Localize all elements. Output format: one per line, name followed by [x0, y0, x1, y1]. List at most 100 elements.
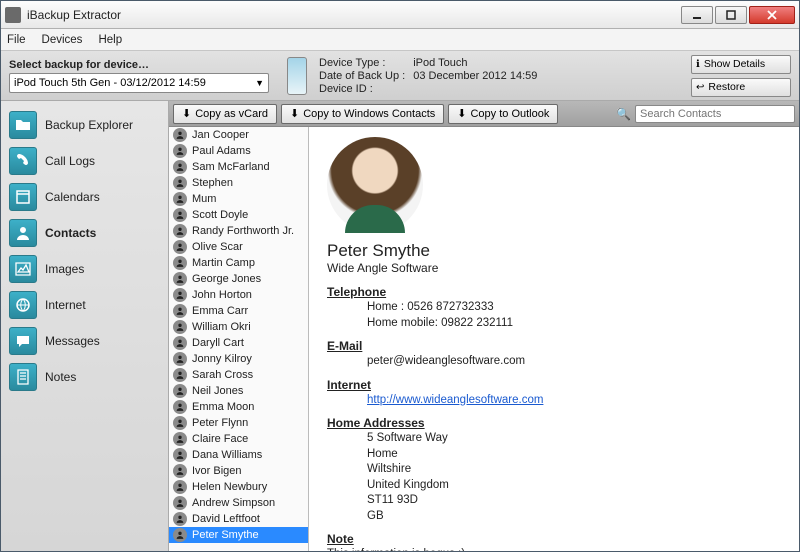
address-header: Home Addresses — [327, 416, 781, 430]
contact-list-item[interactable]: Helen Newbury — [169, 479, 308, 495]
show-details-button[interactable]: ℹShow Details — [691, 55, 791, 74]
device-id-label: Device ID : — [319, 83, 405, 95]
contact-company: Wide Angle Software — [327, 261, 781, 275]
note-section: Note This information is bogus :) — [327, 532, 781, 551]
window-title: iBackup Extractor — [27, 8, 679, 22]
website-link[interactable]: http://www.wideanglesoftware.com — [367, 394, 543, 406]
contact-list-item[interactable]: Scott Doyle — [169, 207, 308, 223]
sidebar-item-label: Messages — [45, 334, 100, 348]
contact-list-item[interactable]: Olive Scar — [169, 239, 308, 255]
mobile-phone: 09822 232111 — [441, 317, 513, 329]
device-type-label: Device Type : — [319, 57, 405, 69]
contact-detail: Peter Smythe Wide Angle Software Telepho… — [309, 127, 799, 551]
contact-list-item[interactable]: Mum — [169, 191, 308, 207]
restore-button[interactable]: ↩Restore — [691, 78, 791, 97]
contact-list-item[interactable]: Peter Smythe — [169, 527, 308, 543]
person-icon — [173, 224, 187, 238]
person-icon — [173, 304, 187, 318]
contact-list-item[interactable]: Dana Williams — [169, 447, 308, 463]
contact-list-item[interactable]: David Leftfoot — [169, 511, 308, 527]
contact-name: Claire Face — [192, 433, 248, 445]
contact-list-item[interactable]: Neil Jones — [169, 383, 308, 399]
copy-vcard-button[interactable]: ⬇Copy as vCard — [173, 104, 277, 124]
sidebar-item-label: Notes — [45, 370, 76, 384]
info-icon: ℹ — [696, 59, 700, 70]
menu-file[interactable]: File — [7, 34, 26, 46]
contact-list-item[interactable]: John Horton — [169, 287, 308, 303]
contact-name: Jonny Kilroy — [192, 353, 252, 365]
contact-list-item[interactable]: Emma Moon — [169, 399, 308, 415]
contact-list-item[interactable]: George Jones — [169, 271, 308, 287]
calendar-icon — [9, 183, 37, 211]
person-icon — [173, 288, 187, 302]
sidebar-item-call-logs[interactable]: Call Logs — [1, 143, 168, 179]
sidebar-item-label: Contacts — [45, 226, 96, 240]
contact-name: Emma Moon — [192, 401, 254, 413]
person-icon — [173, 320, 187, 334]
contact-list-item[interactable]: Sarah Cross — [169, 367, 308, 383]
sidebar-item-messages[interactable]: Messages — [1, 323, 168, 359]
image-icon — [9, 255, 37, 283]
home-phone: 0526 872732333 — [407, 301, 493, 313]
menu-devices[interactable]: Devices — [42, 34, 83, 46]
download-icon: ⬇ — [182, 107, 191, 120]
sidebar-item-calendars[interactable]: Calendars — [1, 179, 168, 215]
email-section: E-Mail peter@wideanglesoftware.com — [327, 339, 781, 370]
person-icon — [173, 512, 187, 526]
contact-list-item[interactable]: Daryll Cart — [169, 335, 308, 351]
sidebar-item-images[interactable]: Images — [1, 251, 168, 287]
contact-list-item[interactable]: Peter Flynn — [169, 415, 308, 431]
maximize-button[interactable] — [715, 6, 747, 24]
contact-list-item[interactable]: Stephen — [169, 175, 308, 191]
person-icon — [173, 464, 187, 478]
person-icon — [173, 336, 187, 350]
sidebar-item-label: Internet — [45, 298, 86, 312]
app-icon — [5, 7, 21, 23]
sidebar-item-label: Call Logs — [45, 154, 95, 168]
contact-list-item[interactable]: Andrew Simpson — [169, 495, 308, 511]
contact-name: Martin Camp — [192, 257, 255, 269]
contact-list-item[interactable]: William Okri — [169, 319, 308, 335]
contact-list-item[interactable]: Randy Forthworth Jr. — [169, 223, 308, 239]
contact-list-item[interactable]: Claire Face — [169, 431, 308, 447]
minimize-button[interactable] — [681, 6, 713, 24]
contact-list-item[interactable]: Sam McFarland — [169, 159, 308, 175]
menu-help[interactable]: Help — [98, 34, 122, 46]
sidebar-item-backup-explorer[interactable]: Backup Explorer — [1, 107, 168, 143]
contact-list-item[interactable]: Jonny Kilroy — [169, 351, 308, 367]
contact-name: Helen Newbury — [192, 481, 267, 493]
sidebar-item-contacts[interactable]: Contacts — [1, 215, 168, 251]
sidebar-item-notes[interactable]: Notes — [1, 359, 168, 395]
contact-name: Sarah Cross — [192, 369, 253, 381]
person-icon — [173, 416, 187, 430]
backup-select[interactable]: iPod Touch 5th Gen - 03/12/2012 14:59 ▼ — [9, 73, 269, 93]
person-icon — [173, 400, 187, 414]
contacts-toolbar: ⬇Copy as vCard ⬇Copy to Windows Contacts… — [169, 101, 799, 127]
search-input[interactable] — [635, 105, 795, 123]
menu-bar: File Devices Help — [1, 29, 799, 51]
contact-list-item[interactable]: Paul Adams — [169, 143, 308, 159]
contact-name: Neil Jones — [192, 385, 243, 397]
contact-list-item[interactable]: Ivor Bigen — [169, 463, 308, 479]
contact-avatar — [327, 137, 423, 233]
backup-select-value: iPod Touch 5th Gen - 03/12/2012 14:59 — [14, 77, 206, 89]
person-icon — [173, 368, 187, 382]
contact-name: Scott Doyle — [192, 209, 248, 221]
email-header: E-Mail — [327, 339, 781, 353]
chevron-down-icon: ▼ — [255, 78, 264, 88]
person-icon — [173, 448, 187, 462]
telephone-section: Telephone Home : 0526 872732333 Home mob… — [327, 285, 781, 331]
contact-list-item[interactable]: Jan Cooper — [169, 127, 308, 143]
contact-list-item[interactable]: Emma Carr — [169, 303, 308, 319]
contact-name: Emma Carr — [192, 305, 248, 317]
sidebar-item-internet[interactable]: Internet — [1, 287, 168, 323]
download-icon: ⬇ — [290, 107, 299, 120]
contact-list[interactable]: Jan CooperPaul AdamsSam McFarlandStephen… — [169, 127, 309, 551]
address-section: Home Addresses 5 Software WayHomeWiltshi… — [327, 416, 781, 524]
contact-list-item[interactable]: Martin Camp — [169, 255, 308, 271]
contact-name: Dana Williams — [192, 449, 262, 461]
contact-name: George Jones — [192, 273, 261, 285]
copy-windows-button[interactable]: ⬇Copy to Windows Contacts — [281, 104, 444, 124]
close-button[interactable] — [749, 6, 795, 24]
copy-outlook-button[interactable]: ⬇Copy to Outlook — [448, 104, 558, 124]
